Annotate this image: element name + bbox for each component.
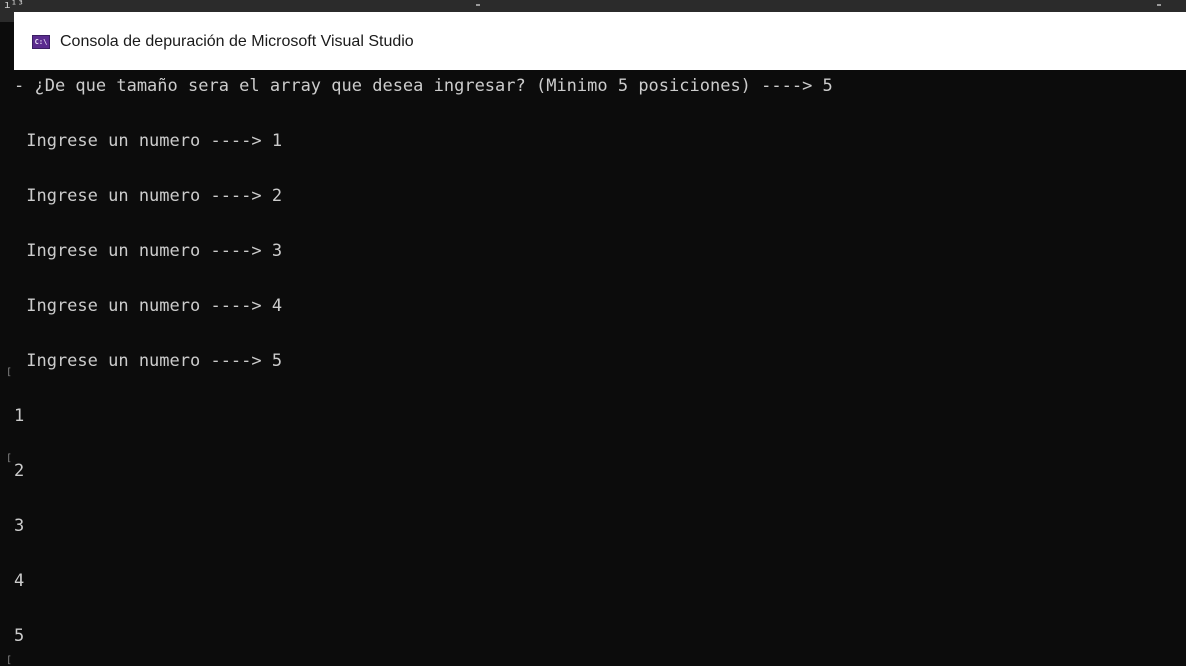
screen: ı¹³ C:\ Consola de depuración de Microso… xyxy=(0,0,1186,666)
console-input-line: Ingrese un numero ----> 1 xyxy=(16,131,283,151)
console-output-area[interactable]: - ¿De que tamaño sera el array que desea… xyxy=(0,70,1186,666)
background-mark xyxy=(1157,4,1161,6)
window-title-bar[interactable]: C:\ Consola de depuración de Microsoft V… xyxy=(14,12,1186,71)
background-text-fragment: ı¹³ xyxy=(4,0,24,11)
edge-bracket-mark: [ xyxy=(6,655,13,666)
console-output-line: 1 xyxy=(14,406,25,426)
window-title: Consola de depuración de Microsoft Visua… xyxy=(60,33,414,50)
console-output-line: 5 xyxy=(14,626,25,646)
console-input-line: Ingrese un numero ----> 2 xyxy=(16,186,283,206)
edge-bracket-mark: [ xyxy=(6,367,13,378)
console-output-line: 2 xyxy=(14,461,25,481)
console-output-line: 3 xyxy=(14,516,25,536)
console-prompt-line: - ¿De que tamaño sera el array que desea… xyxy=(14,76,833,96)
console-input-line: Ingrese un numero ----> 5 xyxy=(16,351,283,371)
console-input-line: Ingrese un numero ----> 3 xyxy=(16,241,283,261)
background-mark xyxy=(476,4,480,6)
console-app-icon: C:\ xyxy=(32,35,50,49)
console-input-line: Ingrese un numero ----> 4 xyxy=(16,296,283,316)
edge-bracket-mark: [ xyxy=(6,453,13,464)
console-output-line: 4 xyxy=(14,571,25,591)
